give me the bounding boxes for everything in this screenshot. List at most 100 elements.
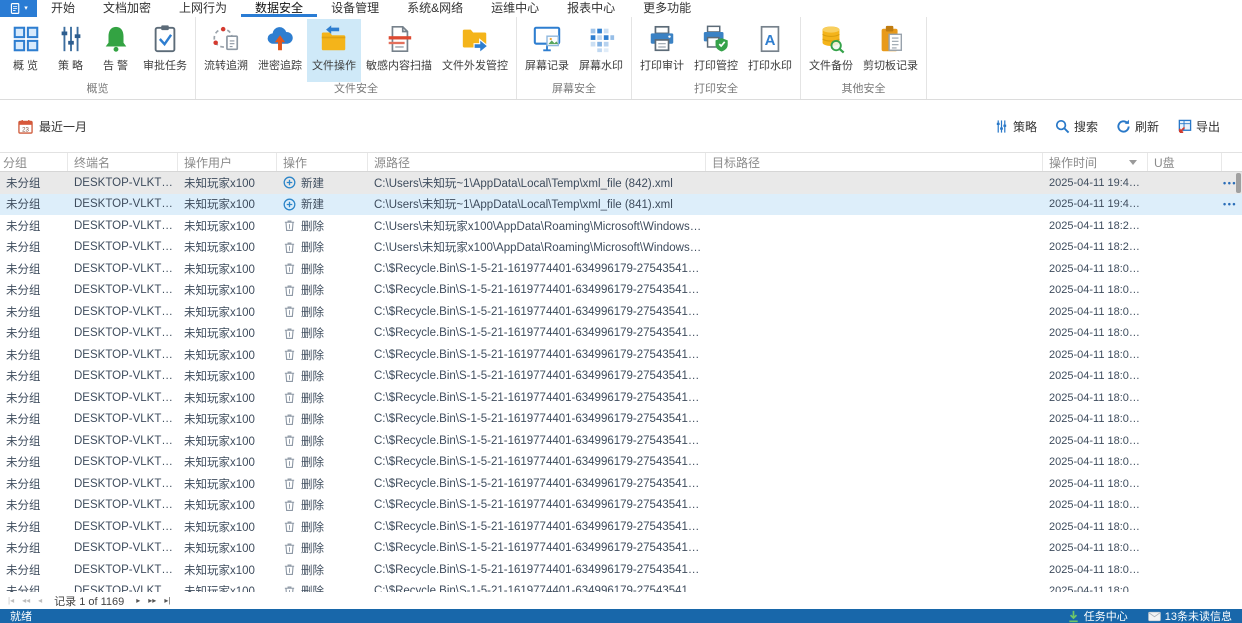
- menu-tab-4[interactable]: 设备管理: [317, 0, 393, 17]
- column-header-3[interactable]: 操作: [277, 153, 368, 171]
- column-header-6[interactable]: 操作时间: [1043, 153, 1148, 171]
- pager-next-button[interactable]: ▸: [136, 592, 140, 609]
- column-header-5[interactable]: 目标路径: [706, 153, 1043, 171]
- cell-terminal: DESKTOP-VLKTLE1: [74, 305, 178, 318]
- ribbon-button-1-2[interactable]: 文件操作: [307, 19, 361, 82]
- ribbon-group-1: 流转追溯 泄密追踪 文件操作 敏感内容扫描 文件外发管控 文件安全: [196, 17, 517, 99]
- sort-down-icon[interactable]: [1129, 159, 1137, 165]
- date-range-filter[interactable]: 23 最近一月: [18, 118, 87, 135]
- table-row[interactable]: 未分组DESKTOP-VLKTLE1未知玩家x100删除C:\$Recycle.…: [0, 301, 1242, 323]
- cell-operation: 删除: [277, 562, 368, 578]
- table-row[interactable]: 未分组DESKTOP-VLKTLE1未知玩家x100删除C:\$Recycle.…: [0, 323, 1242, 345]
- table-row[interactable]: 未分组DESKTOP-VLKTLE1未知玩家x100删除C:\$Recycle.…: [0, 258, 1242, 280]
- trash-icon: [283, 391, 296, 404]
- sliders-icon: [56, 24, 86, 54]
- ribbon-button-3-1[interactable]: 打印管控: [689, 19, 743, 82]
- menu-tab-8[interactable]: 更多功能: [629, 0, 705, 17]
- table-row[interactable]: 未分组DESKTOP-VLKTLE1未知玩家x100删除C:\$Recycle.…: [0, 280, 1242, 302]
- menu-tab-3[interactable]: 数据安全: [241, 0, 318, 17]
- pager-next-page-button[interactable]: ▸▸: [148, 592, 156, 609]
- table-row[interactable]: 未分组DESKTOP-VLKTLE1未知玩家x100删除C:\$Recycle.…: [0, 516, 1242, 538]
- pager-prev-button[interactable]: ◂: [38, 592, 42, 609]
- cell-group: 未分组: [6, 521, 41, 534]
- cell-user: 未知玩家x100: [184, 392, 255, 405]
- menu-tab-6[interactable]: 运维中心: [477, 0, 553, 17]
- filter-action-2[interactable]: 刷新: [1116, 118, 1159, 135]
- table-row[interactable]: 未分组DESKTOP-VLKTLE1未知玩家x100删除C:\$Recycle.…: [0, 430, 1242, 452]
- unread-messages-button[interactable]: 13条未读信息: [1147, 608, 1232, 623]
- table-row[interactable]: 未分组DESKTOP-VLKTLE1未知玩家x100删除C:\$Recycle.…: [0, 344, 1242, 366]
- menu-tab-1[interactable]: 文档加密: [89, 0, 165, 17]
- mail-icon: [1147, 610, 1161, 623]
- filter-action-0[interactable]: 策略: [994, 118, 1037, 135]
- table-row[interactable]: 未分组 DESKTOP-VLKTLE1 未知玩家x100 删除 C:\Users\未知玩…: [0, 215, 1242, 237]
- cell-source-path: C:\$Recycle.Bin\S-1-5-21-1619774401-6349…: [374, 520, 706, 533]
- cell-operation: 删除: [277, 347, 368, 363]
- ribbon-button-1-0[interactable]: 流转追溯: [199, 19, 253, 82]
- cell-user: 未知玩家x100: [184, 543, 255, 556]
- ribbon-button-0-1[interactable]: 策 略: [48, 19, 93, 82]
- menu-tab-7[interactable]: 报表中心: [553, 0, 629, 17]
- table-row[interactable]: 未分组 DESKTOP-VLKTLE1 未知玩家x100 删除 C:\Users\未知玩…: [0, 237, 1242, 259]
- trash-icon: [283, 434, 296, 447]
- cell-operation: 删除: [277, 540, 368, 556]
- app-menu-button[interactable]: ▾: [0, 0, 37, 17]
- pager-last-button[interactable]: ▸|: [164, 592, 170, 609]
- table-row[interactable]: 未分组DESKTOP-VLKTLE1未知玩家x100删除C:\$Recycle.…: [0, 538, 1242, 560]
- column-header-7[interactable]: U盘: [1148, 153, 1222, 171]
- ribbon-button-0-3[interactable]: 审批任务: [138, 19, 192, 82]
- table-row[interactable]: 未分组DESKTOP-VLKTLE1未知玩家x100删除C:\$Recycle.…: [0, 473, 1242, 495]
- table-row[interactable]: 未分组DESKTOP-VLKTLE1未知玩家x100删除C:\$Recycle.…: [0, 581, 1242, 592]
- column-header-0[interactable]: 分组: [0, 153, 68, 171]
- column-header-2[interactable]: 操作用户: [178, 153, 277, 171]
- table-header: 分组 终端名 操作用户 操作 源路径 目标路径 操作时间 U盘: [0, 152, 1242, 172]
- menu-tab-5[interactable]: 系统&网络: [393, 0, 477, 17]
- table-row[interactable]: 未分组DESKTOP-VLKTLE1未知玩家x100删除C:\$Recycle.…: [0, 366, 1242, 388]
- ribbon-button-3-2[interactable]: A 打印水印: [743, 19, 797, 82]
- ribbon-button-0-0[interactable]: 概 览: [3, 19, 48, 82]
- export-icon: [1177, 119, 1192, 134]
- task-center-button[interactable]: 任务中心: [1067, 608, 1128, 623]
- operation-label: 删除: [301, 414, 324, 427]
- ribbon-button-1-4[interactable]: 文件外发管控: [437, 19, 513, 82]
- column-header-1[interactable]: 终端名: [68, 153, 178, 171]
- table-row[interactable]: 未分组DESKTOP-VLKTLE1未知玩家x100删除C:\$Recycle.…: [0, 409, 1242, 431]
- operation-label: 删除: [301, 349, 324, 362]
- operation-label: 删除: [301, 435, 324, 448]
- cell-source-path: C:\Users\未知玩家x100\AppData\Roaming\Micros…: [374, 220, 706, 233]
- ribbon-button-2-1[interactable]: 屏幕水印: [574, 19, 628, 82]
- table-row[interactable]: 未分组 DESKTOP-VLKTLE1 未知玩家x100 新建 C:\Users\未知玩…: [0, 193, 1242, 215]
- filter-action-3[interactable]: 导出: [1177, 118, 1220, 135]
- ribbon-button-4-1[interactable]: 剪切板记录: [858, 19, 923, 82]
- ribbon-button-1-1[interactable]: 泄密追踪: [253, 19, 307, 82]
- pager-prev-page-button[interactable]: ◂◂: [22, 592, 30, 609]
- cell-group: 未分组: [6, 328, 41, 341]
- table-row[interactable]: 未分组DESKTOP-VLKTLE1未知玩家x100删除C:\$Recycle.…: [0, 452, 1242, 474]
- pager-first-button[interactable]: |◂: [8, 592, 14, 609]
- calendar-icon: 23: [18, 119, 33, 134]
- menu-tab-2[interactable]: 上网行为: [165, 0, 241, 17]
- ribbon-button-label: 剪切板记录: [863, 60, 918, 72]
- ribbon-button-1-3[interactable]: 敏感内容扫描: [361, 19, 437, 82]
- menu-tab-0[interactable]: 开始: [37, 0, 89, 17]
- column-header-8[interactable]: [1222, 153, 1242, 171]
- trash-icon: [283, 520, 296, 533]
- filter-action-1[interactable]: 搜索: [1055, 118, 1098, 135]
- filter-action-label: 刷新: [1134, 119, 1159, 134]
- ribbon-button-0-2[interactable]: 告 警: [93, 19, 138, 82]
- ribbon-button-4-0[interactable]: 文件备份: [804, 19, 858, 82]
- ribbon-button-2-0[interactable]: 屏幕记录: [520, 19, 574, 82]
- unread-messages-label: 13条未读信息: [1164, 611, 1232, 623]
- column-header-4[interactable]: 源路径: [368, 153, 706, 171]
- cell-operation: 删除: [277, 519, 368, 535]
- vertical-scrollbar-thumb[interactable]: [1236, 173, 1241, 193]
- table-row[interactable]: 未分组DESKTOP-VLKTLE1未知玩家x100删除C:\$Recycle.…: [0, 495, 1242, 517]
- grid-icon: [11, 24, 41, 54]
- row-menu-button[interactable]: •••: [1222, 199, 1242, 209]
- table-row[interactable]: 未分组DESKTOP-VLKTLE1未知玩家x100删除C:\$Recycle.…: [0, 559, 1242, 581]
- ribbon-button-3-0[interactable]: 打印审计: [635, 19, 689, 82]
- table-row[interactable]: 未分组 DESKTOP-VLKTLE1 未知玩家x100 新建 C:\Users\未知玩…: [0, 172, 1242, 194]
- trash-icon: [283, 456, 296, 469]
- table-row[interactable]: 未分组DESKTOP-VLKTLE1未知玩家x100删除C:\$Recycle.…: [0, 387, 1242, 409]
- ribbon-button-label: 屏幕水印: [579, 60, 623, 72]
